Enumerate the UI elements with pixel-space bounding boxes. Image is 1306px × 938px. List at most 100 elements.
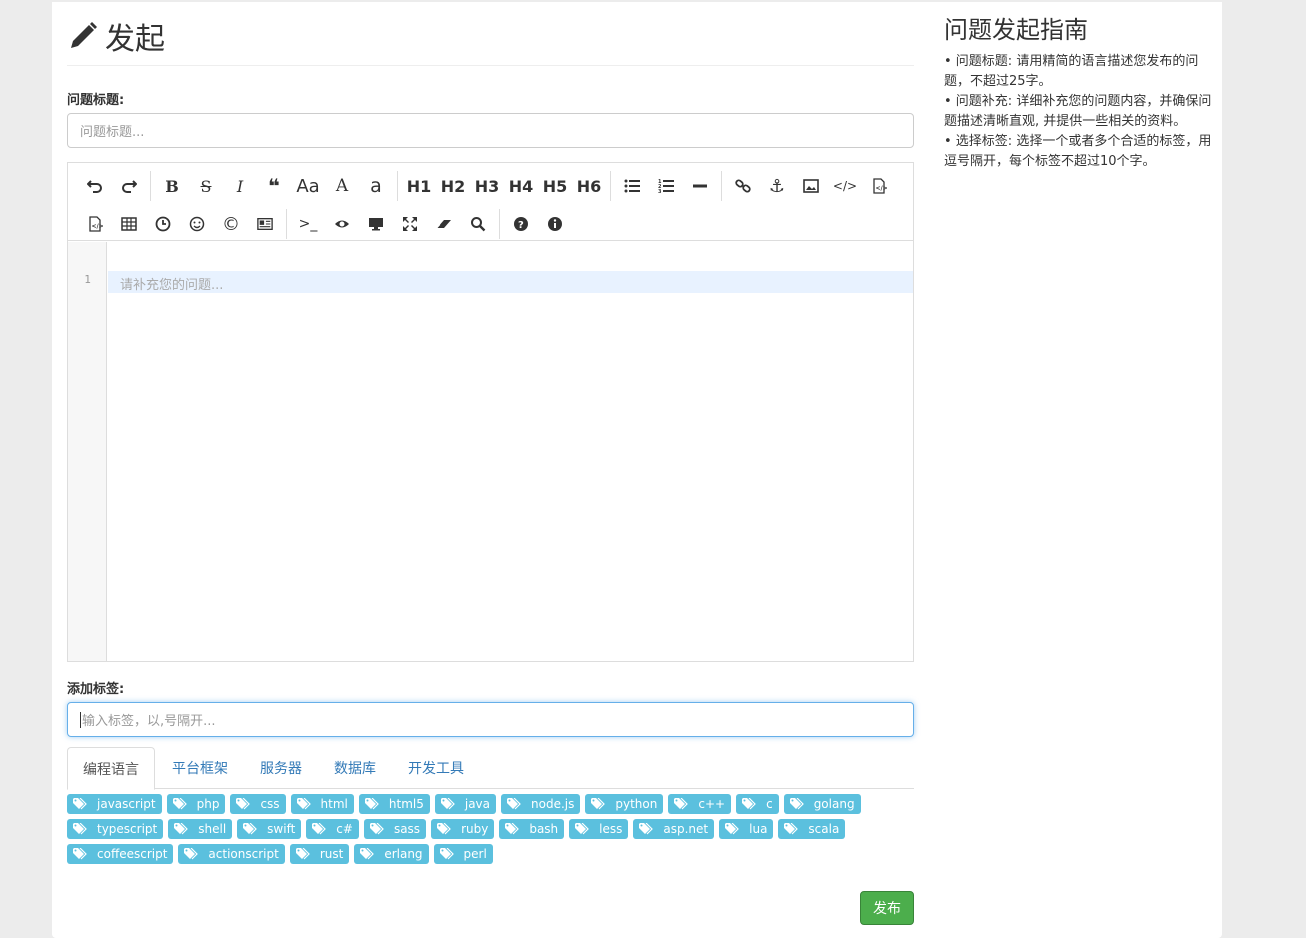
tab-programming-languages[interactable]: 编程语言 <box>67 747 155 790</box>
fullscreen-icon[interactable] <box>393 209 427 239</box>
publish-button[interactable]: 发布 <box>860 891 914 925</box>
code-block-icon[interactable]: </> <box>862 171 896 201</box>
desktop-icon[interactable] <box>359 209 393 239</box>
tag-chip[interactable]: asp.net <box>633 819 715 839</box>
page-title: 发起 <box>67 2 914 66</box>
tag-chip[interactable]: html <box>290 794 354 814</box>
tag-label: scala <box>808 822 840 836</box>
title-input[interactable]: 问题标题... <box>67 113 914 148</box>
tag-chip[interactable]: shell <box>168 819 233 839</box>
case-first-icon[interactable]: A <box>325 171 359 201</box>
tag-icon <box>364 798 379 810</box>
tag-label: coffeescript <box>97 847 168 861</box>
title-placeholder: 问题标题... <box>80 125 145 140</box>
copyright-icon[interactable]: © <box>214 209 248 239</box>
tag-label: c# <box>336 822 353 836</box>
toolbar-row-2: </> © >_ ? <box>78 205 913 243</box>
italic-icon[interactable]: I <box>223 171 257 201</box>
tag-chip[interactable]: swift <box>237 819 302 839</box>
tag-chip[interactable]: golang <box>783 794 861 814</box>
tag-label: bash <box>529 822 559 836</box>
tag-chip[interactable]: lua <box>719 819 774 839</box>
unordered-list-icon[interactable] <box>615 171 649 201</box>
tag-chip[interactable]: less <box>569 819 629 839</box>
tab-databases[interactable]: 数据库 <box>319 747 391 789</box>
redo-icon[interactable] <box>112 171 146 201</box>
tag-chip[interactable]: coffeescript <box>67 844 174 864</box>
tag-chip[interactable]: bash <box>499 819 565 839</box>
emoji-icon[interactable] <box>180 209 214 239</box>
svg-text:?: ? <box>518 220 524 231</box>
lowercase-icon[interactable]: a <box>359 171 393 201</box>
toolbar-row-1: B S I ❝ Aa A a H1 H2 H3 H4 H5 H6 123 ⚓ <… <box>78 167 913 205</box>
h4-button[interactable]: H4 <box>504 171 538 201</box>
strikethrough-icon[interactable]: S <box>189 171 223 201</box>
tab-dev-tools[interactable]: 开发工具 <box>393 747 479 789</box>
search-icon[interactable] <box>461 209 495 239</box>
svg-text:3: 3 <box>658 189 662 194</box>
table-icon[interactable] <box>112 209 146 239</box>
tag-label: erlang <box>384 847 423 861</box>
h1-button[interactable]: H1 <box>402 171 436 201</box>
tag-list: javascript php css html html5 java node.js pyth… <box>67 794 914 869</box>
tag-chip[interactable]: ruby <box>431 819 495 839</box>
tags-input[interactable]: 输入标签，以,号隔开... <box>67 702 914 737</box>
tag-chip[interactable]: scala <box>778 819 846 839</box>
link-icon[interactable] <box>726 171 760 201</box>
tag-chip[interactable]: javascript <box>67 794 162 814</box>
tab-platform-frameworks[interactable]: 平台框架 <box>157 747 243 789</box>
tag-chip[interactable]: php <box>166 794 226 814</box>
tag-label: c++ <box>698 797 726 811</box>
clock-icon[interactable] <box>146 209 180 239</box>
eye-icon[interactable] <box>325 209 359 239</box>
line-gutter <box>68 242 107 661</box>
tag-icon <box>296 798 311 810</box>
tag-icon <box>439 848 454 860</box>
content-placeholder: 请补充您的问题... <box>120 278 224 293</box>
info-icon[interactable] <box>538 209 572 239</box>
h5-button[interactable]: H5 <box>538 171 572 201</box>
code-icon[interactable]: </> <box>828 171 862 201</box>
tab-servers[interactable]: 服务器 <box>245 747 317 789</box>
tag-chip[interactable]: rust <box>289 844 350 864</box>
tag-chip[interactable]: c++ <box>668 794 732 814</box>
undo-icon[interactable] <box>78 171 112 201</box>
markdown-editor[interactable]: B S I ❝ Aa A a H1 H2 H3 H4 H5 H6 123 ⚓ <… <box>67 162 914 662</box>
ordered-list-icon[interactable]: 123 <box>649 171 683 201</box>
anchor-icon[interactable]: ⚓ <box>760 171 794 201</box>
tag-chip[interactable]: node.js <box>501 794 581 814</box>
h6-button[interactable]: H6 <box>572 171 606 201</box>
pagebreak-icon[interactable] <box>248 209 282 239</box>
tag-label: sass <box>393 822 421 836</box>
code-file-icon[interactable]: </> <box>78 209 112 239</box>
guide-title: 问题发起指南 <box>944 16 1088 44</box>
bold-icon[interactable]: B <box>155 171 189 201</box>
toolbar-separator <box>721 171 722 201</box>
h2-button[interactable]: H2 <box>436 171 470 201</box>
eraser-icon[interactable] <box>427 209 461 239</box>
tag-chip[interactable]: erlang <box>354 844 429 864</box>
tag-chip[interactable]: html5 <box>358 794 430 814</box>
horizontal-rule-icon[interactable] <box>683 171 717 201</box>
tag-chip[interactable]: css <box>230 794 286 814</box>
tag-label: java <box>464 797 491 811</box>
tag-chip[interactable]: c <box>736 794 779 814</box>
quote-icon[interactable]: ❝ <box>257 171 291 201</box>
guide-panel: 问题发起指南 • 问题标题: 请用精简的语言描述您发布的问题，不超过25字。 •… <box>944 10 1214 172</box>
uppercase-icon[interactable]: Aa <box>291 171 325 201</box>
tag-chip[interactable]: python <box>585 794 664 814</box>
tag-chip[interactable]: typescript <box>67 819 164 839</box>
guide-item-content: • 问题补充: 详细补充您的问题内容，并确保问题描述清晰直观, 并提供一些相关的… <box>944 94 1212 129</box>
guide-list: • 问题标题: 请用精简的语言描述您发布的问题，不超过25字。 • 问题补充: … <box>944 52 1214 172</box>
tag-chip[interactable]: perl <box>433 844 493 864</box>
terminal-icon[interactable]: >_ <box>291 209 325 239</box>
title-label: 问题标题: <box>67 93 125 108</box>
tag-chip[interactable]: actionscript <box>178 844 285 864</box>
help-icon[interactable]: ? <box>504 209 538 239</box>
tag-chip[interactable]: c# <box>306 819 359 839</box>
image-icon[interactable] <box>794 171 828 201</box>
tag-chip[interactable]: sass <box>363 819 427 839</box>
h3-button[interactable]: H3 <box>470 171 504 201</box>
page-title-text: 发起 <box>105 21 165 57</box>
tag-chip[interactable]: java <box>434 794 497 814</box>
